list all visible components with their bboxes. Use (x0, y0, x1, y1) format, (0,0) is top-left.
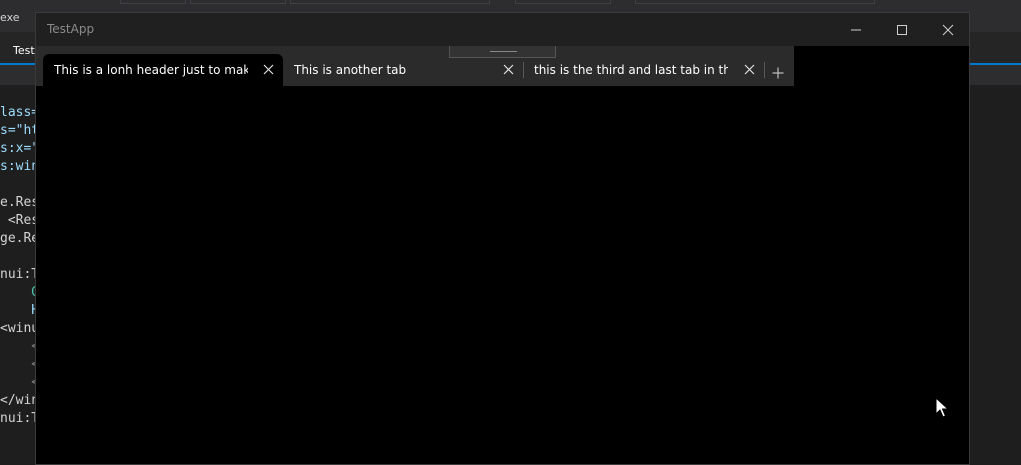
code-line: <winu (0, 321, 40, 336)
minimize-button[interactable] (833, 13, 879, 46)
code-line: < (0, 357, 40, 372)
code-line: G (0, 285, 40, 300)
run-target-label[interactable]: exe (0, 11, 20, 24)
code-line: lass=" (0, 105, 40, 120)
window-title: TestApp (47, 22, 95, 36)
code-line: nui:Ta (0, 267, 40, 282)
code-line: e.Res (0, 195, 40, 210)
code-line: s="ht (0, 123, 40, 138)
maximize-button[interactable] (879, 13, 925, 46)
tab-view: This is a lonh header just to make mo Th… (36, 46, 794, 86)
close-icon (503, 64, 513, 74)
code-line: s:win (0, 159, 40, 174)
code-line: ge.Re (0, 231, 40, 246)
code-editor[interactable]: lass=" s="ht s:x=" s:win e.Res <Reso ge.Re n… (0, 104, 40, 428)
tab-label: This is another tab (294, 63, 407, 77)
code-line: s:x=" (0, 141, 40, 156)
tab-item-3[interactable]: this is the third and last tab in the ro (524, 54, 764, 86)
plus-icon (772, 67, 784, 79)
close-icon (942, 24, 954, 35)
title-bar[interactable]: TestApp (36, 13, 969, 46)
code-line: < (0, 375, 40, 390)
tab-item-1[interactable]: This is a lonh header just to make mo (43, 54, 283, 86)
minimize-icon (851, 29, 861, 30)
code-line: <Reso (7, 213, 40, 228)
tab-item-2[interactable]: This is another tab (283, 54, 523, 86)
app-window: TestApp This is a lonh header just to ma… (35, 12, 970, 465)
code-line: </win (0, 393, 40, 408)
code-line: < (0, 339, 40, 354)
close-icon (263, 64, 273, 74)
tab-close-button[interactable] (501, 62, 515, 76)
code-line: H (0, 303, 40, 318)
tab-close-button[interactable] (261, 62, 275, 76)
close-button[interactable] (925, 13, 971, 46)
code-line: nui:T (0, 411, 40, 426)
tab-close-button[interactable] (742, 62, 756, 76)
mouse-pointer-icon (935, 397, 949, 418)
add-tab-button[interactable] (764, 62, 792, 84)
tab-label: This is a lonh header just to make mo (54, 63, 248, 77)
close-icon (744, 64, 754, 74)
tab-label: this is the third and last tab in the ro (534, 63, 728, 77)
maximize-icon (897, 24, 907, 35)
